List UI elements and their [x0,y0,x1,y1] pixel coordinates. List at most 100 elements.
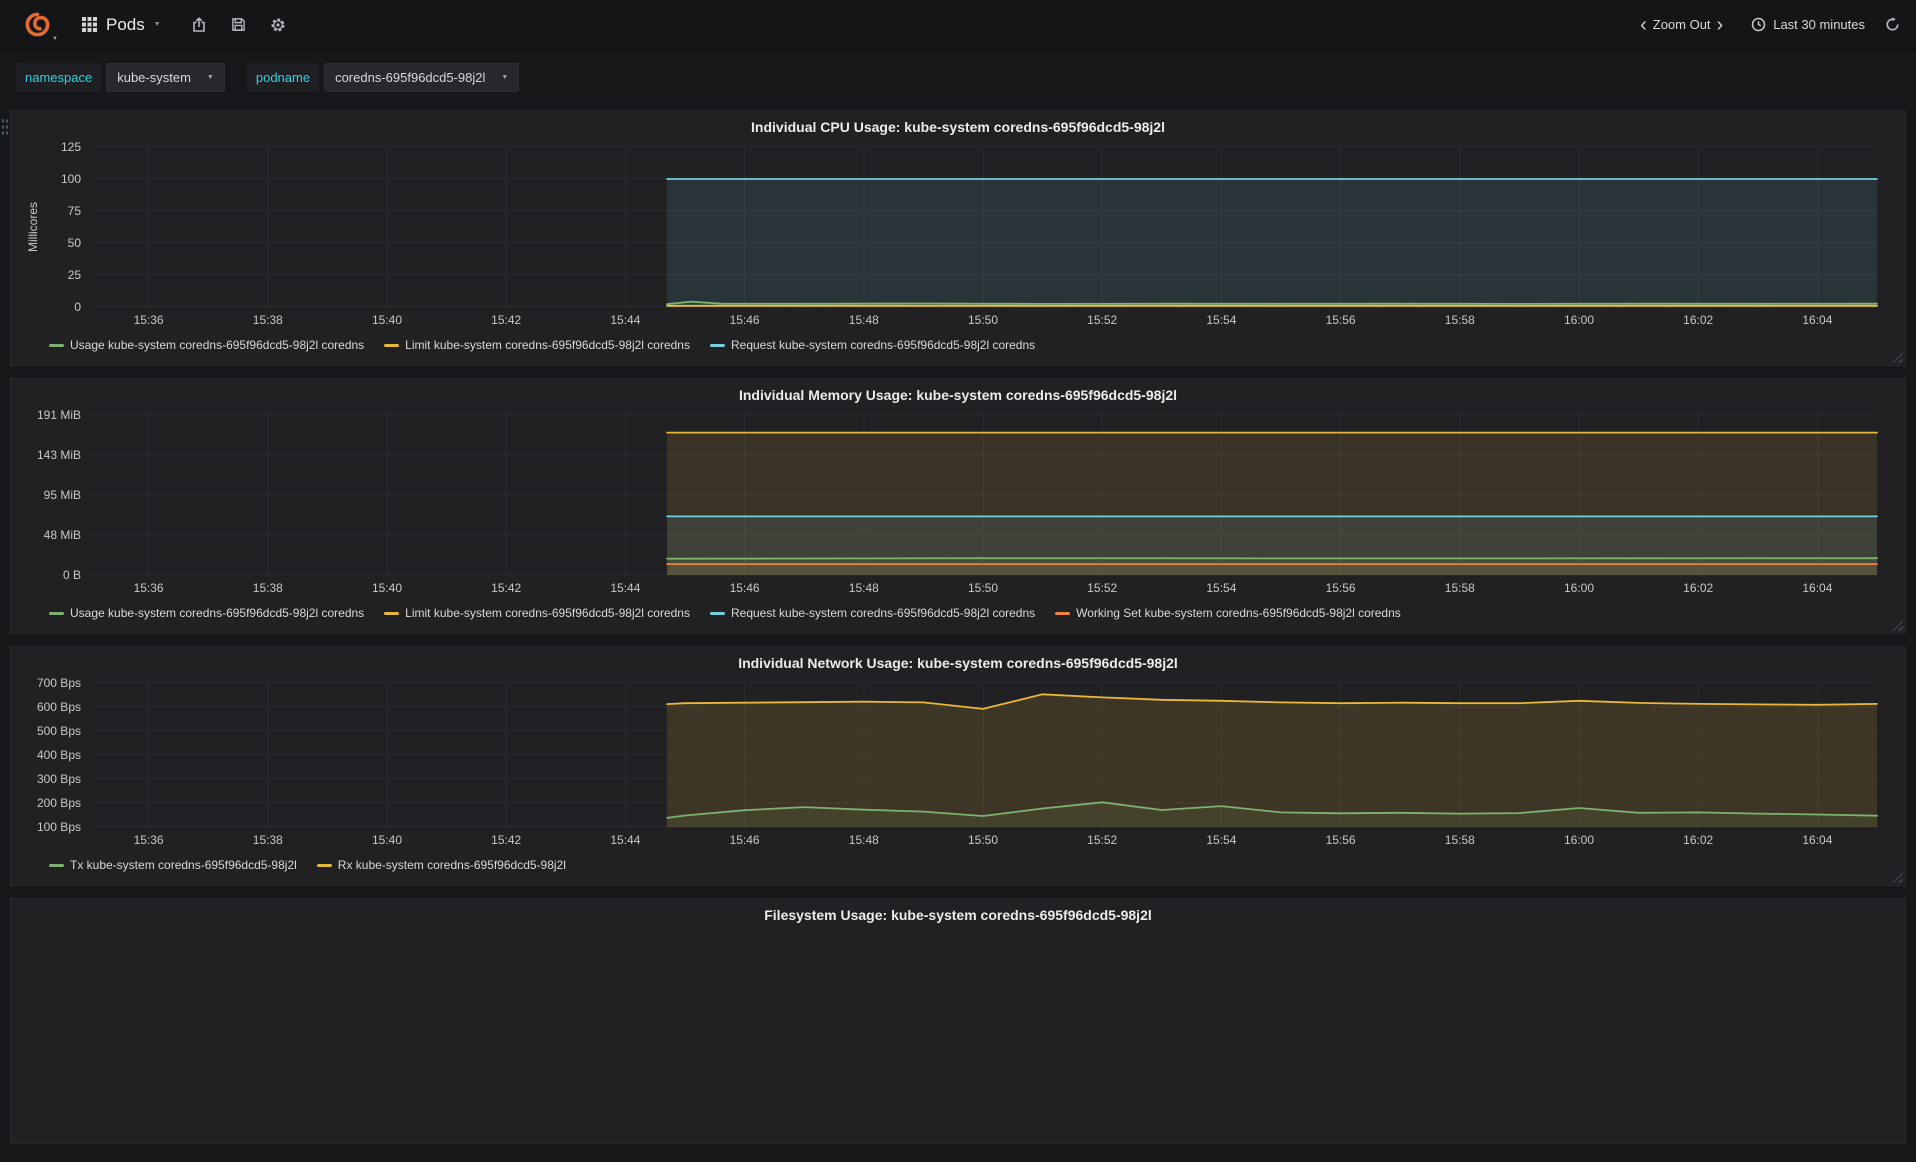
svg-text:15:36: 15:36 [134,313,164,327]
series-color-swatch [384,611,400,615]
svg-text:15:52: 15:52 [1087,313,1117,327]
dashboard-picker[interactable]: Pods ▼ [74,9,169,41]
variable-label-namespace: namespace [16,63,102,92]
variable-namespace: namespace kube-system ▼ [16,63,225,92]
variable-value-text: kube-system [117,70,191,85]
svg-text:15:42: 15:42 [491,833,521,847]
legend-item[interactable]: Working Set kube-system coredns-695f96dc… [1055,606,1401,620]
dashboard-title: Pods [106,14,145,34]
panel-resize-handle[interactable] [1892,352,1903,363]
legend [23,1097,1893,1123]
shift-time-back-button[interactable]: ‹ [1634,15,1653,35]
save-button[interactable] [231,17,246,32]
legend-item[interactable]: Usage kube-system coredns-695f96dcd5-98j… [49,606,364,620]
svg-text:16:04: 16:04 [1802,833,1832,847]
series-color-swatch [384,343,400,347]
series-color-swatch [1055,611,1071,615]
svg-text:15:58: 15:58 [1445,581,1475,595]
svg-text:15:42: 15:42 [491,313,521,327]
svg-text:95 MiB: 95 MiB [44,488,81,502]
panel-title[interactable]: Individual Network Usage: kube-system co… [23,651,1893,675]
panel-title[interactable]: Filesystem Usage: kube-system coredns-69… [23,903,1893,927]
svg-text:15:56: 15:56 [1326,833,1356,847]
svg-text:15:54: 15:54 [1206,313,1236,327]
series-color-swatch [49,343,64,347]
legend-item[interactable]: Rx kube-system coredns-695f96dcd5-98j2l [316,858,566,872]
svg-text:15:48: 15:48 [849,581,879,595]
svg-text:15:52: 15:52 [1087,581,1117,595]
svg-text:15:40: 15:40 [372,313,402,327]
cpu-usage-chart: 0 25 50 75 100 125 15:36 15:38 15:40 15:42 15:44 15… [26,140,1878,327]
svg-text:16:02: 16:02 [1683,833,1713,847]
svg-text:15:46: 15:46 [730,581,760,595]
svg-text:0: 0 [74,300,81,314]
svg-text:50: 50 [68,236,82,250]
logo-caret-icon: ▼ [52,36,58,42]
svg-text:15:52: 15:52 [1087,833,1117,847]
svg-text:15:44: 15:44 [610,833,640,847]
zoom-out-button[interactable]: Zoom Out [1653,17,1711,32]
panel-resize-handle[interactable] [1892,620,1903,631]
panel-title[interactable]: Individual CPU Usage: kube-system coredn… [23,115,1893,139]
svg-text:15:44: 15:44 [610,581,640,595]
legend: Usage kube-system coredns-695f96dcd5-98j… [23,331,1893,357]
legend-label: Limit kube-system coredns-695f96dcd5-98j… [405,606,690,620]
network-chart-area[interactable]: 100 Bps 200 Bps 300 Bps 400 Bps 500 Bps 600 B… [23,675,1893,851]
svg-text:15:38: 15:38 [253,581,283,595]
share-button[interactable] [191,16,207,33]
svg-text:15:56: 15:56 [1326,313,1356,327]
variable-value-namespace[interactable]: kube-system ▼ [106,63,225,92]
series-color-swatch [709,611,725,615]
navbar-right: ‹ Zoom Out › Last 30 minutes [1634,15,1900,35]
svg-text:100: 100 [61,172,81,186]
chevron-down-icon: ▼ [501,74,509,81]
panel-individual-network-usage: Individual Network Usage: kube-system co… [10,646,1906,886]
legend-item[interactable]: Limit kube-system coredns-695f96dcd5-98j… [384,338,690,352]
dashboard-grid-icon [82,17,97,32]
panel-resize-handle[interactable] [1892,872,1903,883]
cpu-chart-area[interactable]: 0 25 50 75 100 125 15:36 15:38 15:40 15:42 15:44 15… [23,139,1893,331]
legend-item[interactable]: Tx kube-system coredns-695f96dcd5-98j2l [49,858,297,872]
svg-text:15:36: 15:36 [134,581,164,595]
legend-item[interactable]: Limit kube-system coredns-695f96dcd5-98j… [384,606,690,620]
svg-text:0 B: 0 B [63,568,81,582]
grafana-logo-button[interactable]: ▼ [16,0,58,49]
navbar: ▼ Pods ▼ ‹ Zoom Out › Last 30 minutes [0,0,1916,50]
time-range-picker[interactable]: Last 30 minutes [1751,17,1865,32]
svg-text:15:54: 15:54 [1206,833,1236,847]
svg-text:15:48: 15:48 [849,833,879,847]
svg-text:143 MiB: 143 MiB [37,448,81,462]
network-usage-chart: 100 Bps 200 Bps 300 Bps 400 Bps 500 Bps 600 B… [37,676,1878,847]
variable-label-podname: podname [246,63,320,92]
save-icon [231,18,245,31]
settings-button[interactable] [270,17,286,33]
legend-item[interactable]: Request kube-system coredns-695f96dcd5-9… [709,338,1035,352]
legend-item[interactable]: Usage kube-system coredns-695f96dcd5-98j… [49,338,364,352]
grafana-logo-icon [25,12,49,37]
svg-text:15:38: 15:38 [253,313,283,327]
svg-text:75: 75 [68,204,82,218]
gear-icon [271,18,285,31]
memory-usage-chart: 0 B 48 MiB 95 MiB 143 MiB 191 MiB 15:36 15:38 1… [37,408,1878,595]
svg-text:15:46: 15:46 [730,833,760,847]
panel-title[interactable]: Individual Memory Usage: kube-system cor… [23,383,1893,407]
refresh-button[interactable] [1885,17,1900,32]
svg-text:200 Bps: 200 Bps [37,796,81,810]
svg-text:16:00: 16:00 [1564,313,1594,327]
svg-text:16:00: 16:00 [1564,833,1594,847]
legend-label: Rx kube-system coredns-695f96dcd5-98j2l [337,858,566,872]
svg-text:15:50: 15:50 [968,833,998,847]
variable-value-podname[interactable]: coredns-695f96dcd5-98j2l ▼ [324,63,520,92]
panel-filesystem-usage: Filesystem Usage: kube-system coredns-69… [10,898,1906,1144]
dashboard-area: Individual CPU Usage: kube-system coredn… [0,104,1916,1162]
memory-chart-area[interactable]: 0 B 48 MiB 95 MiB 143 MiB 191 MiB 15:36 15:38 1… [23,407,1893,599]
share-icon [192,16,205,32]
shift-time-forward-button[interactable]: › [1711,15,1730,35]
legend-item[interactable]: Request kube-system coredns-695f96dcd5-9… [709,606,1035,620]
svg-text:15:50: 15:50 [968,313,998,327]
filesystem-chart-area[interactable] [23,927,1893,1097]
svg-text:48 MiB: 48 MiB [44,528,81,542]
svg-text:15:38: 15:38 [253,833,283,847]
clock-icon [1751,17,1766,32]
row-drag-handle[interactable] [1,118,9,136]
